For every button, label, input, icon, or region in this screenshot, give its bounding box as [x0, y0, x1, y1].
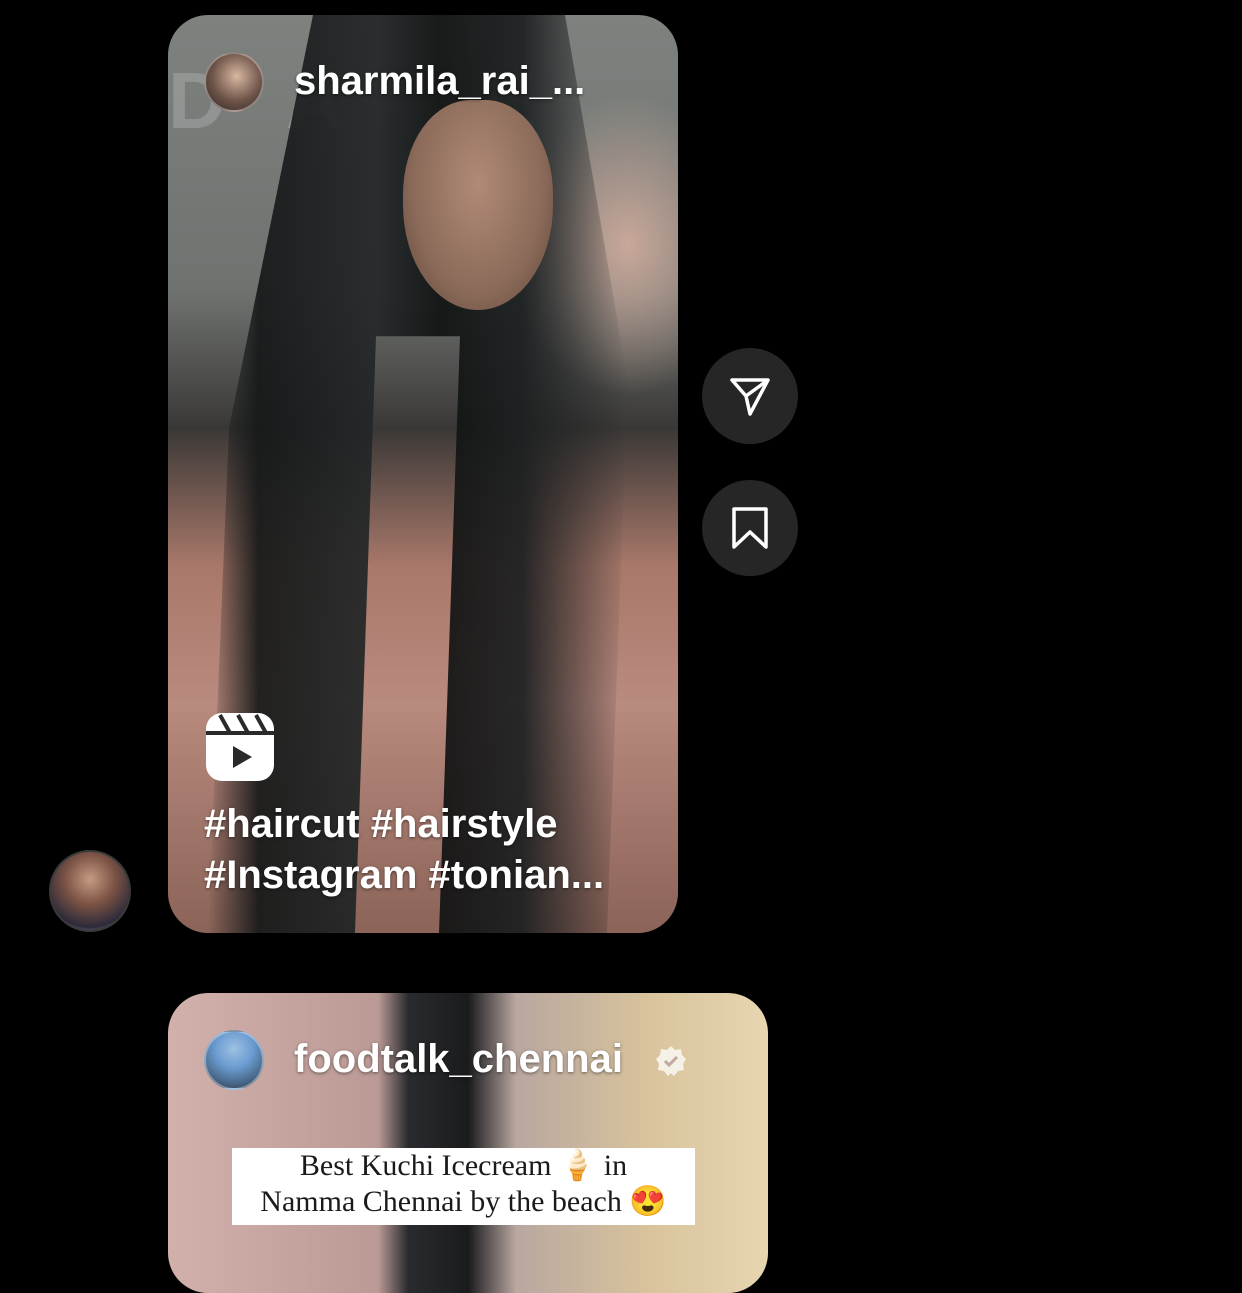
share-button[interactable] [702, 348, 798, 444]
caption-line-2: #Instagram #tonian... [204, 853, 605, 897]
reel-caption: #haircut #hairstyle #Instagram #tonian..… [204, 799, 644, 901]
post-overlay-text: Best Kuchi Icecream 🍦 in Namma Chennai b… [232, 1148, 695, 1225]
reel-author-avatar[interactable] [204, 52, 264, 112]
shared-reel-card[interactable]: DA E sharmila_rai_... #haircut #hairstyl… [168, 15, 678, 933]
overlay-line-1: Best Kuchi Icecream 🍦 in [299, 1149, 628, 1182]
sender-avatar[interactable] [49, 850, 131, 932]
caption-line-1: #haircut #hairstyle [204, 802, 558, 846]
save-button[interactable] [702, 480, 798, 576]
bookmark-icon [732, 507, 768, 549]
reel-thumbnail-face [403, 100, 553, 310]
post-author-username[interactable]: foodtalk_chennai [294, 1037, 623, 1082]
paper-plane-icon [730, 378, 770, 416]
overlay-line-2: Namma Chennai by the beach 😍 [260, 1185, 667, 1218]
reel-author-username[interactable]: sharmila_rai_... [294, 59, 585, 104]
shared-post-card[interactable]: foodtalk_chennai Best Kuchi Icecream 🍦 i… [168, 993, 768, 1293]
verified-badge-icon [656, 1046, 686, 1076]
post-author-avatar[interactable] [204, 1030, 264, 1090]
reels-icon [206, 713, 274, 781]
